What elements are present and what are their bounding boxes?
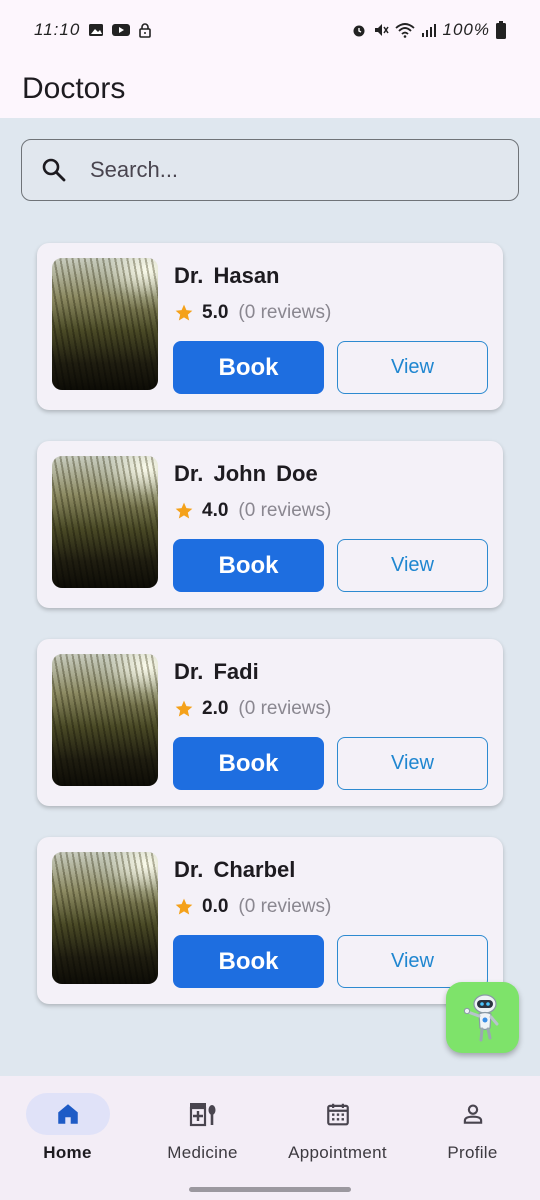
lock-icon — [139, 23, 152, 38]
status-left: 11:10 — [34, 20, 152, 40]
reviews-count: (0 reviews) — [238, 302, 332, 323]
home-icon — [57, 1104, 78, 1124]
page-title: Doctors — [22, 72, 126, 105]
doctor-card[interactable]: Dr. John Doe 4.0 (0 reviews) Book View — [37, 441, 503, 608]
status-right: 100% — [351, 20, 506, 40]
star-icon — [175, 304, 193, 321]
doctor-card[interactable]: Dr. Hasan 5.0 (0 reviews) Book View — [37, 243, 503, 410]
mute-icon — [374, 24, 389, 36]
app-bar: Doctors — [0, 60, 540, 118]
rating-row: 5.0 (0 reviews) — [174, 302, 331, 324]
reviews-count: (0 reviews) — [238, 896, 332, 917]
doctor-name: Dr. Hasan — [174, 263, 280, 288]
nav-item-medicine[interactable]: Medicine — [135, 1076, 270, 1180]
search-input[interactable] — [90, 157, 470, 183]
nav-label-medicine: Medicine — [167, 1143, 238, 1162]
star-icon — [175, 700, 193, 717]
battery-icon — [496, 21, 506, 39]
nav-label-profile: Profile — [447, 1143, 498, 1162]
view-button[interactable]: View — [337, 341, 488, 394]
book-button[interactable]: Book — [173, 737, 324, 790]
book-button[interactable]: Book — [173, 341, 324, 394]
rating-value: 5.0 — [202, 302, 229, 323]
nav-active-indicator — [25, 1093, 110, 1135]
nav-item-home[interactable]: Home — [0, 1076, 135, 1180]
reviews-count: (0 reviews) — [238, 698, 332, 719]
star-icon — [175, 502, 193, 519]
rating-row: 4.0 (0 reviews) — [174, 500, 331, 522]
doctor-card[interactable]: Dr. Fadi 2.0 (0 reviews) Book View — [37, 639, 503, 806]
nav-label-home: Home — [43, 1143, 92, 1162]
rating-value: 2.0 — [202, 698, 229, 719]
search-icon — [42, 158, 66, 182]
doctor-photo — [52, 456, 158, 588]
doctor-photo — [52, 852, 158, 984]
star-icon — [175, 898, 193, 915]
doctor-photo — [52, 258, 158, 390]
nav-item-profile[interactable]: Profile — [405, 1076, 540, 1180]
doctor-photo — [52, 654, 158, 786]
nav-label-appointment: Appointment — [288, 1143, 387, 1162]
status-time: 11:10 — [34, 20, 81, 39]
doctor-card[interactable]: Dr. Charbel 0.0 (0 reviews) Book View — [37, 837, 503, 1004]
book-button[interactable]: Book — [173, 935, 324, 988]
battery-percent: 100% — [442, 20, 490, 39]
gallery-icon — [89, 24, 104, 36]
rating-value: 0.0 — [202, 896, 229, 917]
doctor-name: Dr. Charbel — [174, 857, 296, 882]
robot-assistant-icon — [463, 993, 498, 1041]
rating-row: 2.0 (0 reviews) — [174, 698, 331, 720]
view-button[interactable]: View — [337, 737, 488, 790]
view-button[interactable]: View — [337, 539, 488, 592]
gesture-handle[interactable] — [189, 1187, 351, 1192]
doctor-name: Dr. Fadi — [174, 659, 259, 684]
signal-icon — [421, 24, 436, 37]
calendar-icon — [326, 1103, 349, 1126]
status-bar: 11:10 100% — [0, 0, 540, 60]
rating-row: 0.0 (0 reviews) — [174, 896, 331, 918]
youtube-icon — [112, 24, 131, 36]
book-button[interactable]: Book — [173, 539, 324, 592]
view-button[interactable]: View — [337, 935, 488, 988]
rating-value: 4.0 — [202, 500, 229, 521]
alarm-icon — [353, 25, 365, 37]
wifi-icon — [394, 23, 415, 38]
nav-item-appointment[interactable]: Appointment — [270, 1076, 405, 1180]
profile-icon — [463, 1104, 482, 1124]
reviews-count: (0 reviews) — [238, 500, 332, 521]
doctor-name: Dr. John Doe — [174, 461, 318, 486]
medicine-icon — [189, 1103, 215, 1127]
bottom-navigation: Home Medicine Appointment Profile — [0, 1076, 540, 1180]
search-box[interactable] — [21, 139, 519, 201]
assistant-fab[interactable] — [446, 982, 519, 1053]
